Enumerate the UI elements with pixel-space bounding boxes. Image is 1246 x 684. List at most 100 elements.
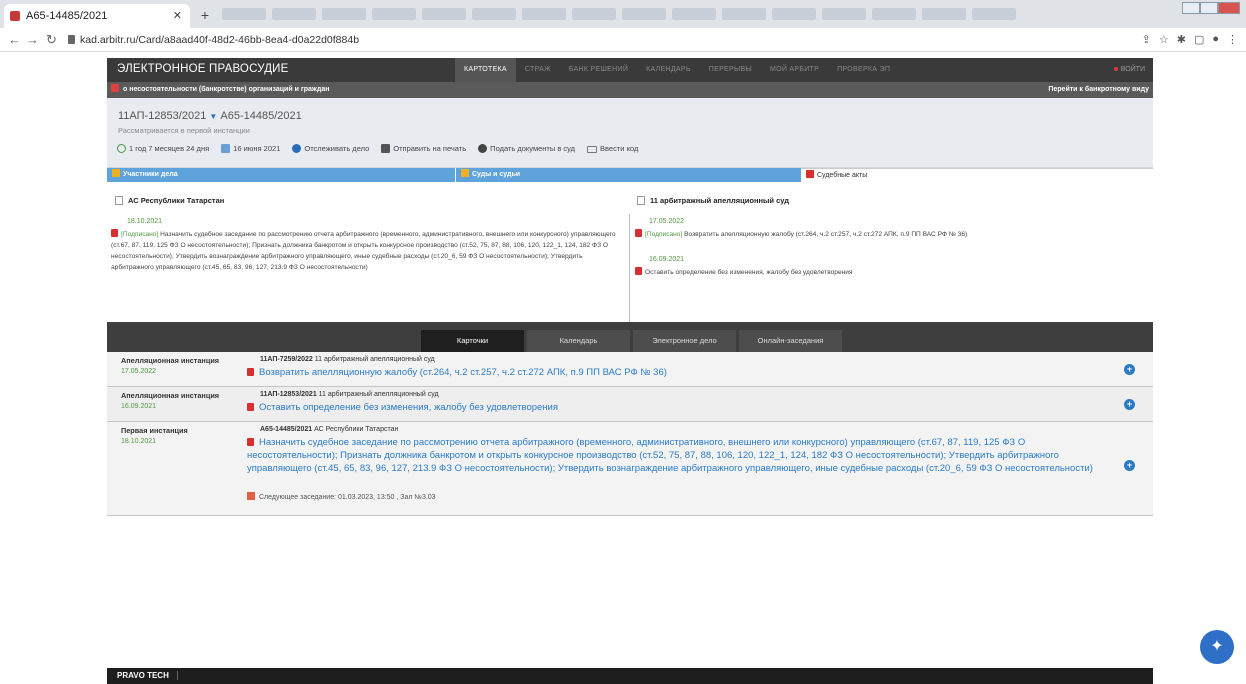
menu-kalendar[interactable]: КАЛЕНДАРЬ — [637, 58, 700, 82]
reload-icon[interactable]: ↻ — [46, 32, 57, 48]
view-tab-online-sessions[interactable]: Онлайн-заседания — [739, 330, 842, 352]
menu-moy-arbitr[interactable]: МОЙ АРБИТР — [761, 58, 828, 82]
site-logo[interactable]: ЭЛЕКТРОННОЕ ПРАВОСУДИЕ — [117, 63, 289, 75]
enter-code-button[interactable]: Ввести код — [587, 144, 638, 153]
minimize-button[interactable] — [1182, 2, 1200, 14]
back-icon[interactable]: ← — [8, 32, 21, 47]
court-name-left: АС Республики Татарстан — [115, 196, 224, 205]
code-label: Ввести код — [600, 144, 639, 153]
instance-act-link[interactable]: Назначить судебное заседание по рассмотр… — [247, 436, 1107, 475]
instance-act-link[interactable]: Оставить определение без изменения, жало… — [247, 401, 558, 414]
tab-participants[interactable]: Участники дела — [107, 168, 455, 182]
browser-tab[interactable] — [422, 8, 466, 20]
act-text[interactable]: [Подписано] Назначить судебное заседание… — [111, 229, 621, 273]
extensions-icon[interactable]: ✱ — [1177, 33, 1186, 46]
browser-tab[interactable] — [522, 8, 566, 20]
menu-icon[interactable]: ⋮ — [1227, 33, 1238, 46]
menu-pereryvy[interactable]: ПЕРЕРЫВЫ — [700, 58, 761, 82]
instance-act-text: Оставить определение без изменения, жало… — [259, 402, 558, 413]
next-session-text: Следующее заседание: 01.03.2023, 13:50 ,… — [259, 494, 436, 501]
view-tab-cards[interactable]: Карточки — [421, 330, 524, 352]
menu-bank-resheniy[interactable]: БАНК РЕШЕНИЙ — [560, 58, 637, 82]
close-window-button[interactable] — [1218, 2, 1240, 14]
bankruptcy-icon — [111, 84, 119, 92]
menu-kartoteka[interactable]: КАРТОТЕКА — [455, 58, 516, 82]
browser-tab[interactable] — [322, 8, 366, 20]
browser-tab[interactable] — [572, 8, 616, 20]
column-divider — [629, 214, 630, 322]
pdf-icon[interactable] — [635, 229, 642, 237]
court-icon — [637, 196, 645, 205]
judicial-acts-panel: АС Республики Татарстан 18.10.2021 [Подп… — [107, 182, 1153, 338]
submit-docs-button[interactable]: Подать документы в суд — [478, 144, 575, 153]
new-tab-button[interactable]: + — [196, 6, 214, 24]
browser-tab[interactable] — [672, 8, 716, 20]
close-tab-icon[interactable]: ✕ — [173, 4, 182, 28]
view-tab-electronic-case[interactable]: Электронное дело — [633, 330, 736, 352]
emblem-icon[interactable]: ✦ — [1200, 630, 1234, 664]
pdf-icon[interactable] — [247, 368, 254, 376]
tab-courts[interactable]: Суды и судьи — [455, 168, 801, 182]
lock-icon[interactable] — [68, 35, 75, 44]
forward-icon[interactable]: → — [26, 32, 39, 47]
browser-tab[interactable] — [972, 8, 1016, 20]
browser-tab[interactable]: А65-14485/2021 ✕ — [4, 4, 190, 28]
profile-icon[interactable]: ● — [1212, 33, 1219, 46]
browser-tab[interactable] — [872, 8, 916, 20]
browser-tab[interactable] — [622, 8, 666, 20]
window-controls — [1182, 2, 1240, 14]
track-case-button[interactable]: Отслеживать дело — [292, 144, 369, 153]
bookmark-star-icon[interactable]: ☆ — [1159, 33, 1169, 46]
instance-case: 11АП-12853/2021 11 арбитражный апелляцио… — [260, 391, 439, 398]
tab-acts[interactable]: Судебные акты — [801, 168, 1153, 182]
switch-bankruptcy-view-link[interactable]: Перейти к банкротному виду — [1048, 82, 1149, 98]
category-label: о несостоятельности (банкротстве) органи… — [123, 86, 330, 93]
chevron-down-icon[interactable]: ▼ — [209, 112, 217, 121]
act-date: 17.05.2022 — [649, 218, 685, 225]
start-date: 16 июня 2021 — [221, 144, 280, 153]
share-icon[interactable]: ⇪ — [1142, 33, 1151, 46]
case-category-bar: о несостоятельности (банкротстве) органи… — [107, 82, 1153, 98]
instance-list: Апелляционная инстанция 17.05.2022 11АП-… — [107, 352, 1153, 516]
instance-court: АС Республики Татарстан — [312, 426, 399, 433]
login-label: ВОЙТИ — [1120, 66, 1145, 73]
browser-tab[interactable] — [822, 8, 866, 20]
instance-act-text: Возвратить апелляционную жалобу (ст.264,… — [259, 367, 667, 378]
tab-acts-label: Судебные акты — [817, 172, 868, 179]
court-name-left-text: АС Республики Татарстан — [128, 196, 225, 205]
case-tabs: Участники дела Суды и судьи Судебные акт… — [107, 168, 1153, 182]
expand-icon[interactable]: + — [1124, 399, 1135, 410]
act-text[interactable]: Оставить определение без изменения, жало… — [635, 267, 1149, 278]
login-link[interactable]: ВОЙТИ — [1113, 58, 1145, 82]
duration: 1 год 7 месяцев 24 дня — [117, 144, 209, 153]
menu-proverka-ep[interactable]: ПРОВЕРКА ЭП — [828, 58, 899, 82]
act-text[interactable]: [Подписано] Возвратить апелляционную жал… — [635, 229, 1149, 240]
tab-title: А65-14485/2021 — [26, 10, 108, 22]
maximize-button[interactable] — [1200, 2, 1218, 14]
expand-icon[interactable]: + — [1124, 460, 1135, 471]
footer: PRAVO TECH — [107, 668, 1153, 684]
url-field[interactable]: kad.arbitr.ru/Card/a8aad40f-48d2-46bb-8e… — [80, 34, 359, 46]
browser-tab[interactable] — [272, 8, 316, 20]
browser-tab[interactable] — [222, 8, 266, 20]
instance-act-link[interactable]: Возвратить апелляционную жалобу (ст.264,… — [247, 366, 667, 379]
browser-tab[interactable] — [922, 8, 966, 20]
pdf-icon[interactable] — [247, 403, 254, 411]
pdf-icon[interactable] — [111, 229, 118, 237]
sidebar-icon[interactable]: ▢ — [1194, 33, 1204, 46]
pdf-icon[interactable] — [247, 438, 254, 446]
pdf-icon[interactable] — [635, 267, 642, 275]
browser-tab[interactable] — [772, 8, 816, 20]
browser-tab[interactable] — [722, 8, 766, 20]
expand-icon[interactable]: + — [1124, 364, 1135, 375]
print-button[interactable]: Отправить на печать — [381, 144, 466, 153]
browser-tab[interactable] — [472, 8, 516, 20]
main-menu: КАРТОТЕКА СТРАЖ БАНК РЕШЕНИЙ КАЛЕНДАРЬ П… — [455, 58, 899, 82]
act-text-body: Возвратить апелляционную жалобу (ст.264,… — [682, 231, 968, 238]
instance-case-number: 11АП-7259/2022 — [260, 356, 313, 363]
view-tab-calendar[interactable]: Календарь — [527, 330, 630, 352]
appeal-case-number[interactable]: 11АП-12853/2021 — [118, 110, 206, 122]
menu-strazh[interactable]: СТРАЖ — [516, 58, 560, 82]
browser-tab[interactable] — [372, 8, 416, 20]
tab-participants-label: Участники дела — [123, 171, 178, 178]
